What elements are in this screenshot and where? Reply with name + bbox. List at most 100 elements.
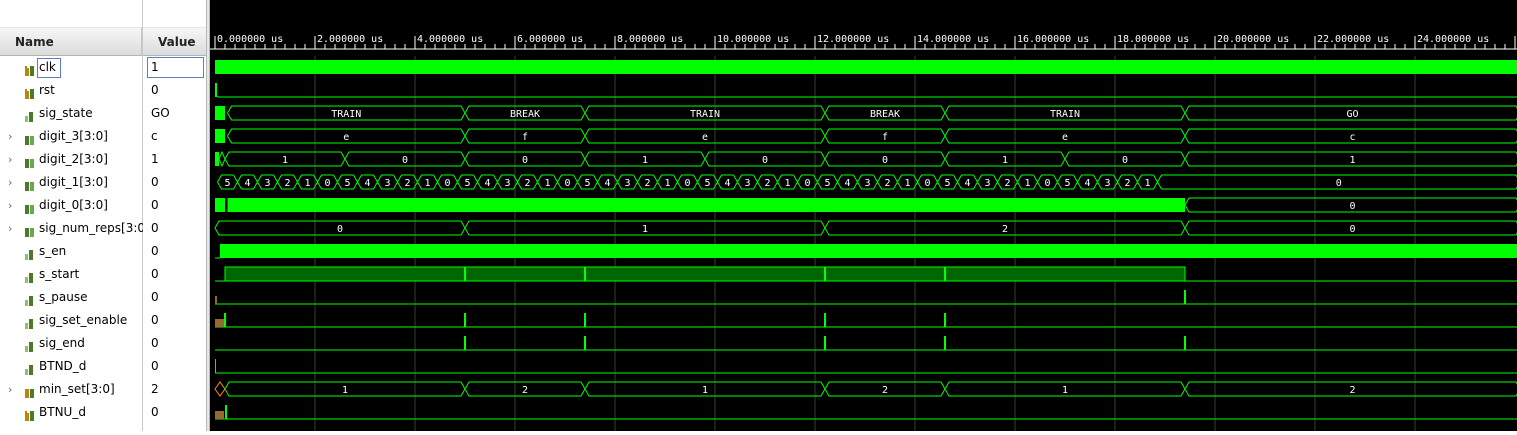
signal-name: BTND_d xyxy=(39,355,86,378)
signal-row[interactable]: › min_set[3:0] xyxy=(0,378,142,401)
signal-value-row[interactable]: 0 xyxy=(143,286,206,309)
waveform-panel[interactable]: 0.000000 us2.000000 us4.000000 us6.00000… xyxy=(210,0,1517,431)
value-column-header[interactable]: Value xyxy=(143,27,206,56)
signal-row[interactable]: BTNU_d xyxy=(0,401,142,424)
digit1-label: 0 xyxy=(1336,178,1342,189)
digit3-label: c xyxy=(1349,132,1355,143)
signal-row[interactable]: sig_end xyxy=(0,332,142,355)
signal-value-row[interactable]: GO xyxy=(143,102,206,125)
digit1-label: 2 xyxy=(1004,178,1010,189)
signal-row[interactable]: sig_set_enable xyxy=(0,309,142,332)
signal-value: 0 xyxy=(151,194,159,217)
signal-row[interactable]: › digit_1[3:0] xyxy=(0,171,142,194)
signal-value-row[interactable]: c xyxy=(143,125,206,148)
ruler-label: 20.000000 us xyxy=(1217,34,1289,45)
sig-state-label: BREAK xyxy=(870,109,900,120)
ruler-label: 24.000000 us xyxy=(1417,34,1489,45)
signal-value-row[interactable]: 0 xyxy=(143,401,206,424)
expand-chevron-icon[interactable]: › xyxy=(8,378,18,401)
signal-value-row[interactable]: 0 xyxy=(143,194,206,217)
signal-name: rst xyxy=(39,79,55,102)
bit-signal-icon xyxy=(24,315,36,327)
signal-row[interactable]: s_pause xyxy=(0,286,142,309)
digit1-label: 1 xyxy=(1144,178,1150,189)
ruler-label: 8.000000 us xyxy=(617,34,683,45)
signal-value-row[interactable]: 2 xyxy=(143,378,206,401)
sig-set-enable-pulse xyxy=(464,313,466,327)
signal-value-row[interactable]: 0 xyxy=(143,217,206,240)
signal-value: 0 xyxy=(151,171,159,194)
name-column-header[interactable]: Name xyxy=(0,27,142,56)
digit1-label: 3 xyxy=(984,178,990,189)
min-set-label: 2 xyxy=(522,385,528,396)
signal-row[interactable]: BTND_d xyxy=(0,355,142,378)
digit2-label: 1 xyxy=(1002,155,1008,166)
digit1-label: 5 xyxy=(824,178,830,189)
digit1-label: 5 xyxy=(464,178,470,189)
signal-value-row[interactable]: 0 xyxy=(143,79,206,102)
signal-value-row[interactable]: 0 xyxy=(143,171,206,194)
digit1-label: 0 xyxy=(1044,178,1050,189)
signal-row[interactable]: clk xyxy=(0,56,142,79)
expand-chevron-icon[interactable]: › xyxy=(8,217,18,240)
ruler-label: 18.000000 us xyxy=(1117,34,1189,45)
digit1-label: 2 xyxy=(884,178,890,189)
signal-name: BTNU_d xyxy=(39,401,86,424)
signal-row[interactable]: ›digit_3[3:0] xyxy=(0,125,142,148)
bus-icon xyxy=(24,223,36,235)
expand-chevron-icon[interactable]: › xyxy=(8,125,18,148)
digit1-label: 1 xyxy=(904,178,910,189)
sig-state-label: BREAK xyxy=(510,109,540,120)
digit1-label: 2 xyxy=(524,178,530,189)
signal-value-row[interactable]: 0 xyxy=(143,355,206,378)
s-start-pulse xyxy=(944,267,946,281)
digit1-label: 2 xyxy=(764,178,770,189)
signal-row[interactable]: ›digit_0[3:0] xyxy=(0,194,142,217)
bit-input-icon xyxy=(24,407,36,419)
signal-value: 1 xyxy=(151,56,159,79)
digit2-label: 0 xyxy=(522,155,528,166)
signal-row[interactable]: s_en xyxy=(0,240,142,263)
digit1-label: 4 xyxy=(724,178,730,189)
signal-name: digit_1[3:0] xyxy=(39,171,108,194)
sig-set-enable-marker xyxy=(215,319,224,327)
signal-row[interactable]: s_start xyxy=(0,263,142,286)
sig-num-reps-label: 0 xyxy=(337,224,343,235)
sig-end-pulse xyxy=(944,336,946,350)
signal-value-row[interactable]: 1 xyxy=(143,56,206,79)
digit1-label: 3 xyxy=(864,178,870,189)
signal-value-row[interactable]: 0 xyxy=(143,309,206,332)
expand-chevron-icon[interactable]: › xyxy=(8,194,18,217)
signal-row[interactable]: ›digit_2[3:0] xyxy=(0,148,142,171)
bus-icon xyxy=(24,131,36,143)
digit1-label: 0 xyxy=(324,178,330,189)
signal-value-row[interactable]: 0 xyxy=(143,332,206,355)
ruler-label: 0.000000 us xyxy=(217,34,283,45)
signal-row[interactable]: ›sig_num_reps[3:0] xyxy=(0,217,142,240)
digit1-label: 1 xyxy=(664,178,670,189)
expand-chevron-icon[interactable]: › xyxy=(8,171,18,194)
digit1-label: 1 xyxy=(304,178,310,189)
s-pause-pulse xyxy=(1184,290,1186,304)
time-ruler xyxy=(210,0,1517,56)
signal-value-row[interactable]: 0 xyxy=(143,240,206,263)
digit1-label: 0 xyxy=(564,178,570,189)
bit-signal-icon xyxy=(24,108,36,120)
signal-value-row[interactable]: 0 xyxy=(143,263,206,286)
signal-value: 0 xyxy=(151,217,159,240)
ruler-label: 2.000000 us xyxy=(317,34,383,45)
sig-state-start xyxy=(215,106,225,120)
signal-name: clk xyxy=(39,56,56,79)
digit1-label: 0 xyxy=(924,178,930,189)
digit2-label: 0 xyxy=(762,155,768,166)
sig-end-pulse xyxy=(824,336,826,350)
signal-row[interactable]: sig_state xyxy=(0,102,142,125)
signal-row[interactable]: rst xyxy=(0,79,142,102)
signal-value-row[interactable]: 1 xyxy=(143,148,206,171)
btnu-marker xyxy=(215,411,224,419)
expand-chevron-icon[interactable]: › xyxy=(8,148,18,171)
waveform-canvas[interactable]: 0.000000 us2.000000 us4.000000 us6.00000… xyxy=(210,0,1517,431)
signal-name: min_set[3:0] xyxy=(39,378,115,401)
btnd-edge xyxy=(215,359,216,373)
bit-signal-icon xyxy=(24,269,36,281)
